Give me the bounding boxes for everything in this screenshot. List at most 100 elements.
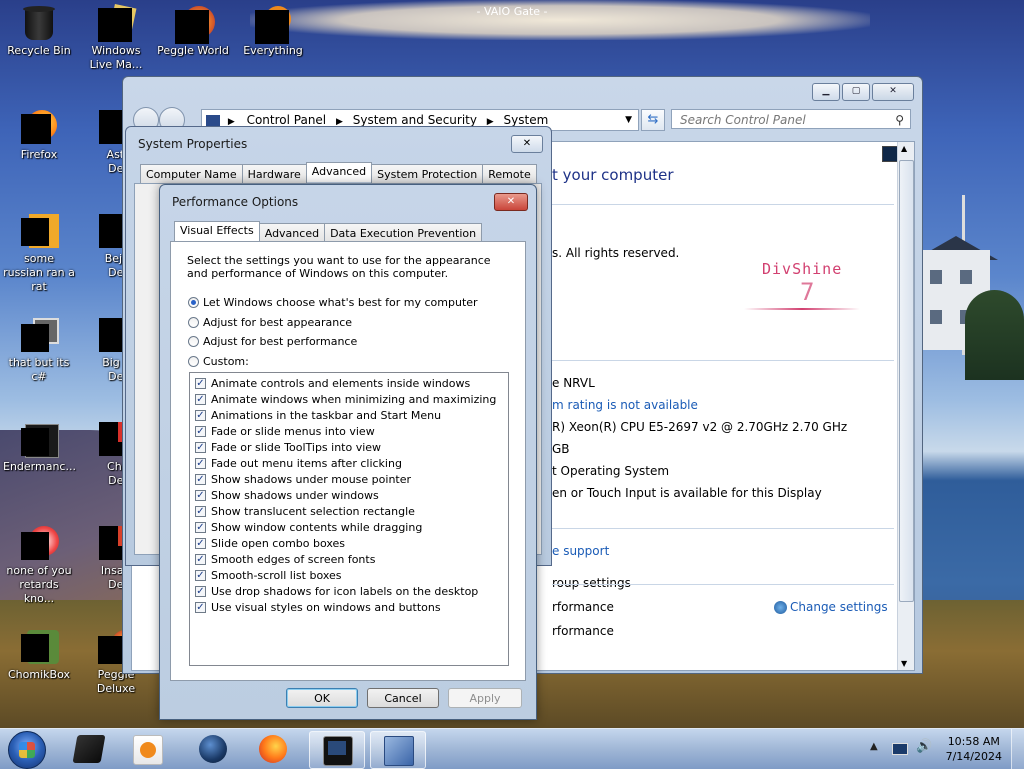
- control-panel-icon: [206, 114, 220, 127]
- tab-system-protection[interactable]: System Protection: [371, 164, 484, 184]
- search-icon[interactable]: ⚲: [895, 110, 904, 130]
- option-window-contents-dragging[interactable]: ✓ Show window contents while dragging: [195, 519, 422, 535]
- desktop-icon-endermanch[interactable]: Endermanc...: [3, 422, 76, 474]
- option-smooth-fonts[interactable]: ✓ Smooth edges of screen fonts: [195, 551, 375, 567]
- volume-icon[interactable]: 🔊: [916, 739, 932, 754]
- radio-dot[interactable]: [188, 297, 199, 308]
- scroll-down-icon[interactable]: ▼: [901, 659, 907, 668]
- option-fade-menus[interactable]: ✓ Fade or slide menus into view: [195, 423, 375, 439]
- checkbox[interactable]: ✓: [195, 489, 206, 501]
- breadcrumb-control-panel[interactable]: Control Panel: [247, 113, 327, 127]
- option-shadows-pointer[interactable]: ✓ Show shadows under mouse pointer: [195, 471, 411, 487]
- close-button[interactable]: ✕: [511, 135, 543, 153]
- option-drop-shadows-icons[interactable]: ✓ Use drop shadows for icon labels on the…: [195, 583, 478, 599]
- radio-best-performance[interactable]: Adjust for best performance: [188, 335, 357, 348]
- option-animate-windows[interactable]: ✓ Animate windows when minimizing and max…: [195, 391, 496, 407]
- scrollbar-thumb[interactable]: [899, 160, 914, 602]
- checkbox[interactable]: ✓: [195, 537, 206, 549]
- radio-custom[interactable]: Custom:: [188, 355, 249, 368]
- tab-visual-effects[interactable]: Visual Effects: [174, 221, 260, 241]
- option-shadows-windows[interactable]: ✓ Show shadows under windows: [195, 487, 379, 503]
- option-smooth-scroll[interactable]: ✓ Smooth-scroll list boxes: [195, 567, 342, 583]
- change-settings-link[interactable]: Change settings: [774, 600, 888, 614]
- desktop-icon-peggle-world[interactable]: Peggle World: [157, 6, 229, 58]
- vertical-scrollbar[interactable]: ▲ ▼: [897, 142, 914, 670]
- apply-button[interactable]: Apply: [448, 688, 522, 708]
- checkbox[interactable]: ✓: [195, 553, 206, 565]
- desktop-icon-firefox[interactable]: Firefox: [3, 110, 75, 162]
- desktop-icon-windows-live[interactable]: Windows Live Ma...: [80, 3, 152, 72]
- checkbox[interactable]: ✓: [195, 601, 206, 613]
- start-button[interactable]: [8, 731, 46, 769]
- checkbox[interactable]: ✓: [195, 425, 206, 437]
- tab-advanced[interactable]: Advanced: [305, 162, 373, 182]
- computer-name-text: e NRVL: [552, 376, 595, 390]
- checkbox[interactable]: ✓: [195, 457, 206, 469]
- radio-dot[interactable]: [188, 336, 199, 347]
- desktop-icon-csharp[interactable]: that but its c#: [3, 318, 75, 384]
- radio-let-windows-choose[interactable]: Let Windows choose what's best for my co…: [188, 296, 478, 309]
- close-button[interactable]: ✕: [494, 193, 528, 211]
- close-button[interactable]: ✕: [872, 83, 914, 101]
- radio-dot[interactable]: [188, 356, 199, 367]
- windows-logo-icon: [19, 742, 35, 758]
- network-icon[interactable]: [892, 743, 908, 755]
- copyright-text: s. All rights reserved.: [552, 246, 680, 260]
- cancel-button[interactable]: Cancel: [367, 688, 439, 708]
- system-type-text: t Operating System: [552, 464, 670, 478]
- checkbox[interactable]: ✓: [195, 377, 206, 389]
- checkbox[interactable]: ✓: [195, 473, 206, 485]
- search-input[interactable]: Search Control Panel ⚲: [671, 109, 911, 129]
- taskbar-app-media-player[interactable]: [120, 731, 174, 767]
- desktop-icon-recycle-bin[interactable]: Recycle Bin: [3, 6, 75, 58]
- desktop-icon-chomikbox[interactable]: ChomikBox: [3, 630, 75, 682]
- option-animations-taskbar[interactable]: ✓ Animations in the taskbar and Start Men…: [195, 407, 441, 423]
- help-icon[interactable]: [882, 146, 898, 162]
- breadcrumb-system[interactable]: System: [504, 113, 549, 127]
- refresh-button[interactable]: ⇆: [641, 109, 665, 131]
- support-link[interactable]: e support: [552, 544, 609, 558]
- desktop-icon-everything[interactable]: Everything: [237, 6, 309, 58]
- visual-effects-list[interactable]: ✓ Animate controls and elements inside wi…: [189, 372, 509, 666]
- ok-button[interactable]: OK: [286, 688, 358, 708]
- breadcrumb-system-security[interactable]: System and Security: [353, 113, 477, 127]
- taskbar-app-computer[interactable]: [62, 731, 116, 767]
- radio-best-appearance[interactable]: Adjust for best appearance: [188, 316, 352, 329]
- option-fade-menu-items[interactable]: ✓ Fade out menu items after clicking: [195, 455, 402, 471]
- checkbox[interactable]: ✓: [195, 585, 206, 597]
- option-animate-controls[interactable]: ✓ Animate controls and elements inside wi…: [195, 375, 470, 391]
- desktop-icon-russian[interactable]: some russian ran a rat: [3, 214, 75, 294]
- maximize-button[interactable]: ▢: [842, 83, 870, 101]
- option-label: Fade or slide ToolTips into view: [211, 440, 382, 454]
- option-fade-tooltips[interactable]: ✓ Fade or slide ToolTips into view: [195, 439, 381, 455]
- performance-options-dialog[interactable]: Performance Options ✕ Visual Effects Adv…: [159, 184, 537, 720]
- chevron-down-icon[interactable]: ▼: [625, 110, 632, 130]
- checkbox[interactable]: ✓: [195, 441, 206, 453]
- show-desktop-button[interactable]: [1011, 729, 1024, 769]
- radio-dot[interactable]: [188, 317, 199, 328]
- option-translucent-selection[interactable]: ✓ Show translucent selection rectangle: [195, 503, 415, 519]
- checkbox[interactable]: ✓: [195, 569, 206, 581]
- checkbox[interactable]: ✓: [195, 521, 206, 533]
- minimize-button[interactable]: ▁: [812, 83, 840, 101]
- taskbar-clock[interactable]: 10:58 AM 7/14/2024: [946, 734, 1002, 764]
- show-hidden-icons[interactable]: ▲: [870, 741, 878, 752]
- taskbar-app-firefox[interactable]: [246, 731, 300, 767]
- taskbar-app-control-panel[interactable]: [370, 731, 426, 769]
- tab-advanced[interactable]: Advanced: [258, 223, 326, 243]
- tab-data-execution-prevention[interactable]: Data Execution Prevention: [324, 223, 483, 243]
- checkbox[interactable]: ✓: [195, 393, 206, 405]
- checkbox[interactable]: ✓: [195, 505, 206, 517]
- tab-remote[interactable]: Remote: [482, 164, 537, 184]
- tab-hardware[interactable]: Hardware: [241, 164, 307, 184]
- desktop-icon-none-of-you[interactable]: none of you retards kno...: [3, 526, 75, 606]
- tab-computer-name[interactable]: Computer Name: [140, 164, 243, 184]
- firefox-icon: [21, 110, 57, 146]
- scroll-up-icon[interactable]: ▲: [901, 144, 907, 153]
- checkbox[interactable]: ✓: [195, 409, 206, 421]
- rating-link[interactable]: m rating is not available: [552, 398, 698, 412]
- option-visual-styles[interactable]: ✓ Use visual styles on windows and button…: [195, 599, 441, 615]
- taskbar-app-browser[interactable]: [186, 731, 240, 767]
- option-slide-combo[interactable]: ✓ Slide open combo boxes: [195, 535, 345, 551]
- taskbar-app-performance-tool[interactable]: [309, 731, 365, 769]
